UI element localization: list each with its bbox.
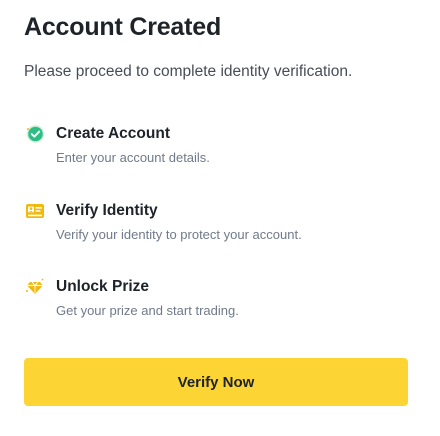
step-title: Create Account xyxy=(56,125,170,142)
step-description: Get your prize and start trading. xyxy=(56,303,239,318)
step-description: Verify your identity to protect your acc… xyxy=(56,227,302,242)
id-card-icon xyxy=(24,200,46,222)
step-verify-identity: Verify Identity Verify your identity to … xyxy=(24,199,424,245)
page-title: Account Created xyxy=(24,13,222,41)
step-description: Enter your account details. xyxy=(56,150,210,165)
check-circle-icon xyxy=(24,123,46,145)
step-unlock-prize: Unlock Prize Get your prize and start tr… xyxy=(24,275,424,321)
step-title: Unlock Prize xyxy=(56,278,150,295)
step-create-account: Create Account Enter your account detail… xyxy=(24,122,424,168)
diamond-icon xyxy=(24,276,46,298)
page-subtitle: Please proceed to complete identity veri… xyxy=(24,63,353,80)
step-title: Verify Identity xyxy=(56,202,158,219)
verify-now-button[interactable]: Verify Now xyxy=(24,358,408,406)
